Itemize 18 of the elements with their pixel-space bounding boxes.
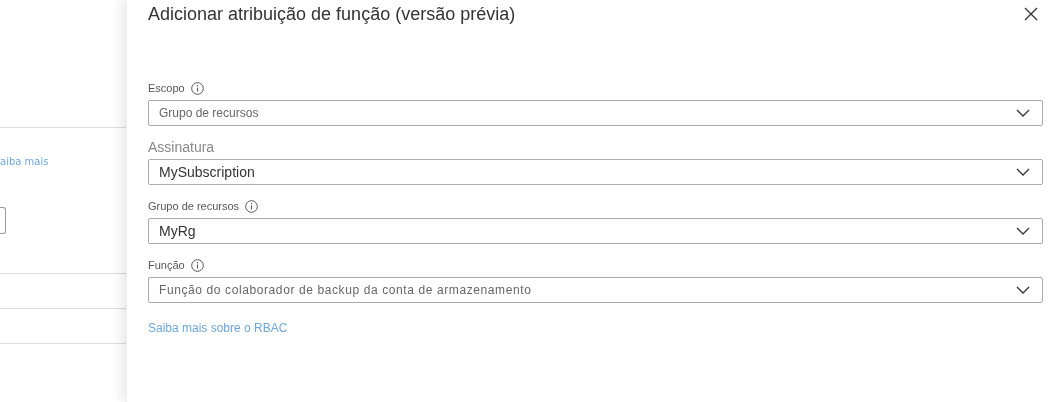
field-label: Grupo de recursos: [148, 200, 240, 212]
info-icon[interactable]: [245, 199, 259, 213]
chevron-down-icon: [1016, 227, 1030, 235]
close-icon[interactable]: [1024, 7, 1038, 21]
field-label: Função: [148, 259, 185, 271]
info-icon[interactable]: [190, 81, 204, 95]
input-field[interactable]: [0, 207, 6, 234]
field-label: Assinatura: [148, 139, 215, 155]
info-icon[interactable]: [190, 258, 204, 272]
chevron-down-icon: [1016, 109, 1030, 117]
dropdown[interactable]: MySubscription: [148, 159, 1043, 185]
field-label: Escopo: [148, 82, 185, 94]
chevron-down-icon: [1016, 168, 1030, 176]
chevron-down-icon: [1016, 286, 1030, 294]
dropdown[interactable]: MyRg: [148, 218, 1043, 244]
dropdown[interactable]: Função do colaborador de backup da conta de armazenamento: [148, 277, 1043, 303]
dropdown[interactable]: Grupo de recursos: [148, 100, 1043, 126]
panel-title: Adicionar atribuição de função (versão prévia): [148, 3, 516, 25]
